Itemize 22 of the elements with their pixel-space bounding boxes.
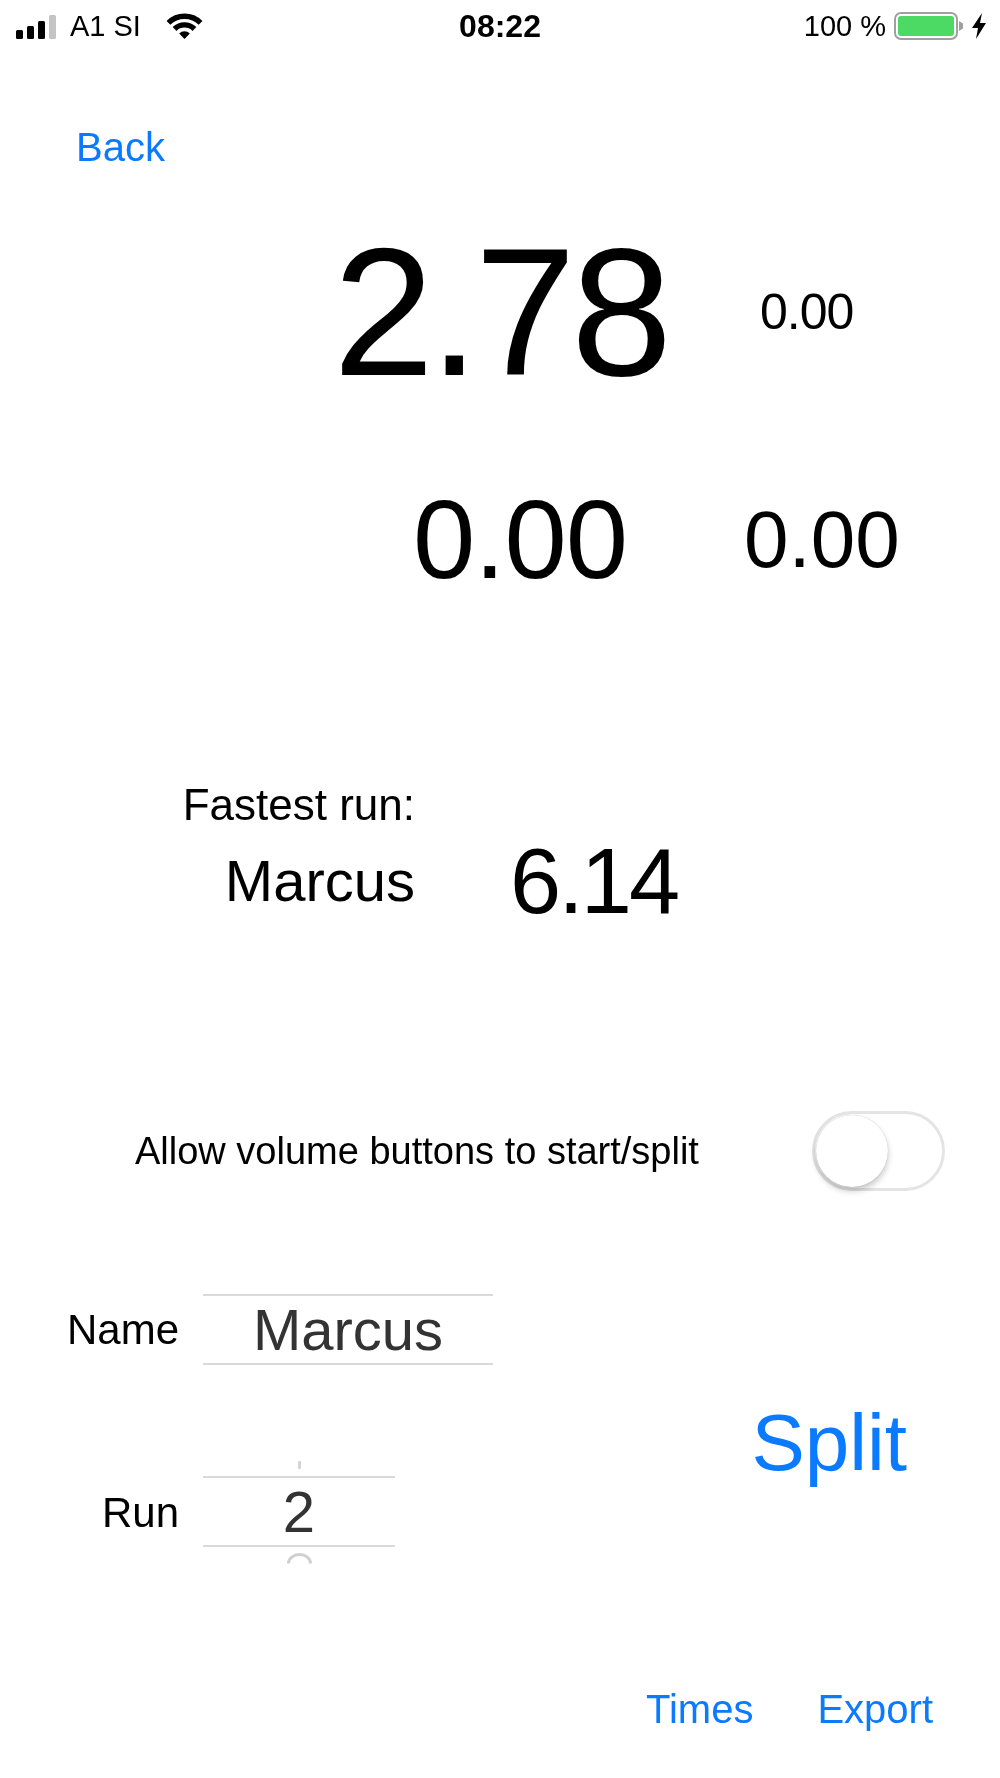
side-time: 0.00 [760,284,854,340]
picker-edge-arc-icon [286,1553,312,1564]
fastest-run-time: 6.14 [510,833,678,929]
export-button[interactable]: Export [817,1685,933,1733]
fastest-run-label: Fastest run: [182,779,415,831]
volume-toggle-label: Allow volume buttons to start/split [135,1129,699,1174]
name-field[interactable]: Marcus [203,1294,493,1365]
fastest-runner-name: Marcus [224,848,415,914]
name-label: Name [66,1305,179,1353]
side-time: 0.00 [744,497,900,583]
split-time: 0.00 [413,484,627,596]
main-time: 2.78 [332,221,668,403]
wifi-icon [165,12,203,40]
back-button[interactable]: Back [76,123,165,171]
run-label: Run [101,1488,179,1536]
clock-time: 08:22 [459,9,541,43]
signal-icon [16,15,58,39]
run-picker[interactable]: 2 [203,1461,395,1564]
carrier-name: A1 SI [70,9,141,43]
battery-percent: 100 % [803,9,886,43]
battery-icon [894,12,964,40]
times-button[interactable]: Times [646,1685,754,1733]
